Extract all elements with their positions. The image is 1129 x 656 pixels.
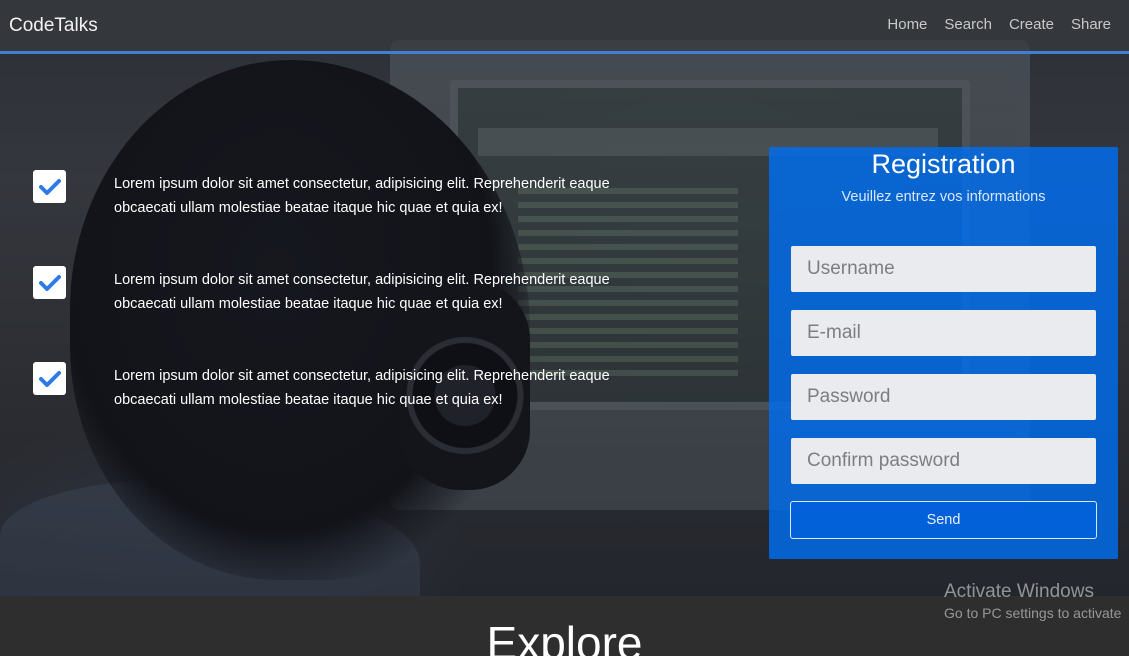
checkbox-checked-icon bbox=[33, 170, 66, 203]
watermark-title: Activate Windows bbox=[944, 581, 1094, 602]
feature-item-3: Lorem ipsum dolor sit amet consectetur, … bbox=[33, 362, 673, 422]
feature-text: Lorem ipsum dolor sit amet consectetur, … bbox=[114, 272, 610, 312]
nav-link-home[interactable]: Home bbox=[887, 16, 927, 33]
email-input[interactable] bbox=[791, 310, 1096, 356]
watermark-subtitle: Go to PC settings to activate bbox=[944, 605, 1122, 621]
nav-link-search[interactable]: Search bbox=[944, 16, 992, 33]
username-input[interactable] bbox=[791, 246, 1096, 292]
navbar: CodeTalks Home Search Create Share bbox=[0, 0, 1129, 54]
explore-heading: Explore bbox=[486, 617, 643, 656]
activate-windows-watermark: Activate Windows Go to PC settings to ac… bbox=[944, 581, 1121, 621]
checkbox-checked-icon bbox=[33, 266, 66, 299]
registration-title: Registration bbox=[871, 149, 1016, 179]
brand-logo[interactable]: CodeTalks bbox=[9, 15, 98, 37]
nav-link-share[interactable]: Share bbox=[1071, 16, 1111, 33]
feature-item-1: Lorem ipsum dolor sit amet consectetur, … bbox=[33, 170, 673, 230]
nav-link-create[interactable]: Create bbox=[1009, 16, 1054, 33]
password-input[interactable] bbox=[791, 374, 1096, 420]
registration-subtitle: Veuillez entrez vos informations bbox=[841, 189, 1046, 205]
feature-text: Lorem ipsum dolor sit amet consectetur, … bbox=[114, 176, 610, 216]
checkbox-checked-icon bbox=[33, 362, 66, 395]
nav-links: Home Search Create Share bbox=[887, 16, 1111, 33]
send-button[interactable]: Send bbox=[790, 501, 1097, 539]
feature-text: Lorem ipsum dolor sit amet consectetur, … bbox=[114, 368, 610, 408]
confirm-password-input[interactable] bbox=[791, 438, 1096, 484]
feature-item-2: Lorem ipsum dolor sit amet consectetur, … bbox=[33, 266, 673, 326]
registration-form: Registration Veuillez entrez vos informa… bbox=[769, 147, 1118, 559]
